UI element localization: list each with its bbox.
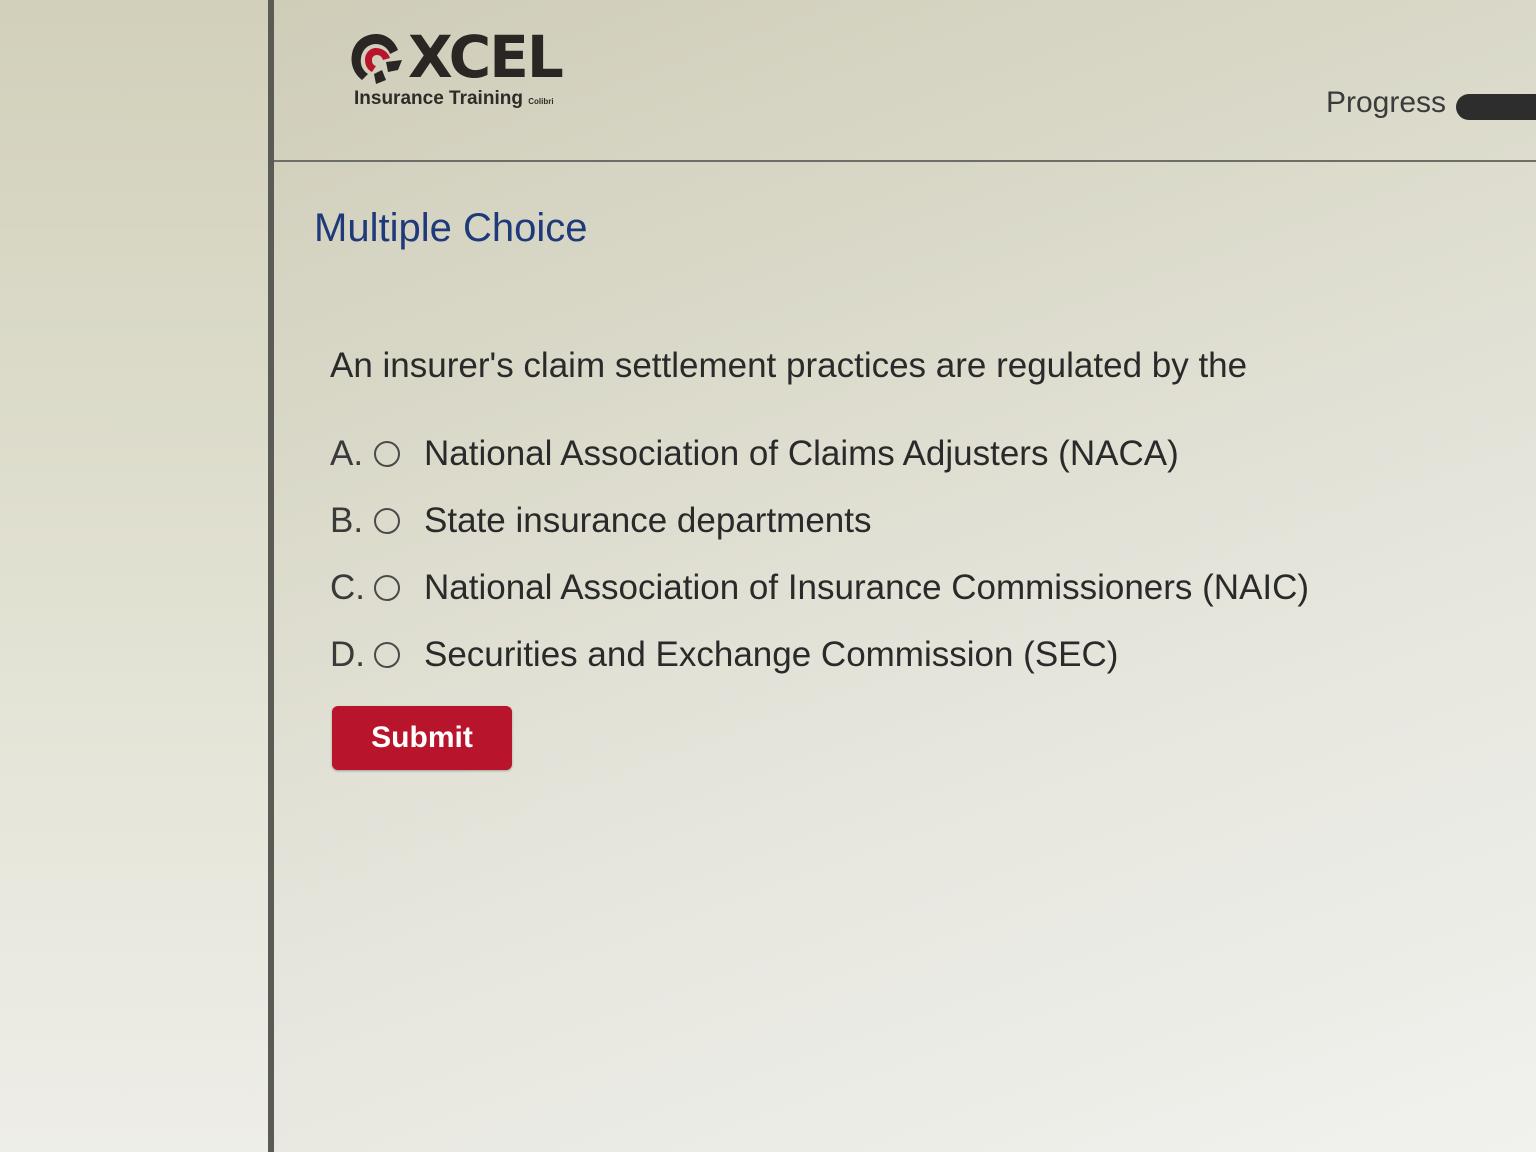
tagline-text: Insurance Training xyxy=(354,88,523,109)
option-letter: D. xyxy=(330,634,365,674)
option-letter: C. xyxy=(330,567,365,607)
tagline-suffix: Colibri xyxy=(528,97,554,106)
option-b[interactable]: B. State insurance departments xyxy=(330,487,1309,554)
logo-tagline: Insurance Training Colibri xyxy=(354,88,554,110)
left-margin xyxy=(0,0,268,1152)
header: XCEL Insurance Training Colibri Progress xyxy=(274,0,1536,162)
logo-wordmark: XCEL xyxy=(408,23,564,91)
submit-button[interactable]: Submit xyxy=(332,706,512,770)
answer-options: A. National Association of Claims Adjust… xyxy=(330,420,1309,688)
lion-head-icon xyxy=(351,34,402,84)
progress-label: Progress xyxy=(1325,86,1446,119)
option-c[interactable]: C. National Association of Insurance Com… xyxy=(330,554,1309,621)
option-label[interactable]: State insurance departments xyxy=(424,501,871,541)
progress-bar xyxy=(1456,94,1536,120)
option-label[interactable]: Securities and Exchange Commission (SEC) xyxy=(424,635,1118,675)
option-label[interactable]: National Association of Insurance Commis… xyxy=(424,568,1309,608)
radio-button[interactable] xyxy=(374,574,400,601)
option-letter: B. xyxy=(330,500,364,540)
option-letter: A. xyxy=(330,433,364,473)
radio-button[interactable] xyxy=(374,507,400,534)
section-title: Multiple Choice xyxy=(314,206,588,250)
option-label[interactable]: National Association of Claims Adjusters… xyxy=(424,434,1179,474)
question-text: An insurer's claim settlement practices … xyxy=(330,346,1248,385)
radio-button[interactable] xyxy=(374,641,400,668)
quiz-panel: XCEL Insurance Training Colibri Progress… xyxy=(268,0,1536,1152)
xcel-logo: XCEL Insurance Training Colibri xyxy=(346,23,586,118)
option-a[interactable]: A. National Association of Claims Adjust… xyxy=(330,420,1309,487)
option-d[interactable]: D. Securities and Exchange Commission (S… xyxy=(330,621,1309,688)
radio-button[interactable] xyxy=(374,440,400,467)
